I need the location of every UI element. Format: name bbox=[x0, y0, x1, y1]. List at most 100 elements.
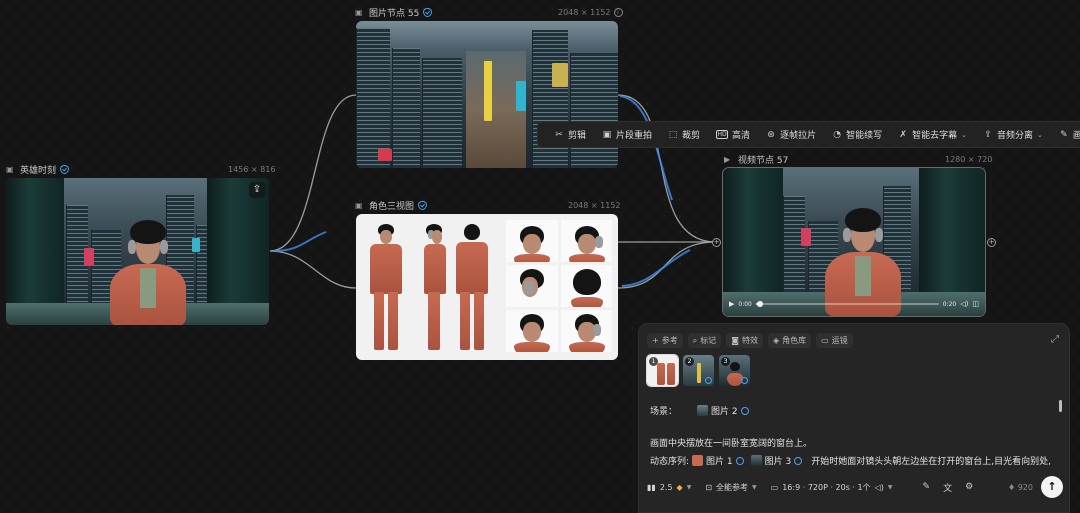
edge-character-to-video bbox=[617, 241, 717, 289]
toolbar-audio-split-button[interactable]: ⇪ 音频分离 ⌄ bbox=[975, 121, 1051, 148]
sequence-line[interactable]: 动态序列: 图片 1 图片 3 开始时她面对镜头头朝左边坐在打开的窗台上,目光看… bbox=[650, 454, 1051, 467]
panel-scrollbar[interactable] bbox=[1059, 400, 1062, 412]
thumb-number: 3 bbox=[721, 357, 730, 366]
model-version-select[interactable]: ▮▮ 2.5 ◆ ▼ bbox=[647, 483, 691, 492]
chip-effects[interactable]: ◙ 特效 bbox=[726, 333, 763, 348]
toolbar-film-button[interactable]: ▣ 片段重拍 bbox=[594, 121, 660, 148]
toolbar-item-label: 音频分离 bbox=[996, 131, 1033, 141]
verified-icon bbox=[741, 377, 748, 384]
toolbar-erase-subtitle-button[interactable]: ✗ 智能去字幕 ⌄ bbox=[890, 121, 975, 148]
toolbar-item-label: 裁剪 bbox=[682, 131, 701, 141]
reference-thumb[interactable]: 3 bbox=[719, 355, 750, 386]
progress-handle[interactable] bbox=[756, 301, 763, 307]
reference-thumb-icon bbox=[697, 405, 709, 416]
character-node-title: 角色三视图 bbox=[369, 201, 415, 212]
toolbar-hd-button[interactable]: HD 高清 bbox=[708, 121, 758, 148]
current-time: 0:00 bbox=[738, 300, 752, 308]
play-icon: ▶ bbox=[724, 154, 731, 164]
toolbar-continue-button[interactable]: ◔ 智能续写 bbox=[824, 121, 890, 148]
reference-mode-select[interactable]: ⊡ 全能参考 ▼ bbox=[705, 482, 756, 493]
hero-node[interactable]: ⇪ bbox=[6, 178, 269, 325]
head-view bbox=[560, 310, 612, 352]
video57-node-header: ▶ 视频节点 57 bbox=[724, 152, 788, 166]
video-settings-select[interactable]: ▭ 16:9 · 720P · 20s · 1个 ◁) ▼ bbox=[771, 482, 893, 493]
toolbar-edit-frame-button[interactable]: ✎ 画面编 bbox=[1051, 121, 1080, 148]
toolbar-scissors-button[interactable]: ✂ 剪辑 bbox=[546, 121, 594, 148]
verified-icon bbox=[705, 377, 712, 384]
reference-mode-label: 全能参考 bbox=[716, 482, 749, 492]
character-node-header: ▣ 角色三视图 bbox=[355, 198, 428, 212]
scene-reference-label: 图片 2 bbox=[711, 407, 738, 417]
video-progress-bar[interactable] bbox=[755, 301, 939, 307]
video-toolbar: ✂ 剪辑 ▣ 片段重拍 ⬚ 裁剪 HD 高清 ⊛ 逐帧拉片 ◔ 智能续写 ✗ 智能去字幕 ⌄ ⇪ 音频分离 ⌄ ✎ 画… bbox=[537, 121, 1080, 148]
hero-node-header: ▣ 英雄时刻 bbox=[6, 162, 70, 176]
screenshot-icon[interactable]: ◫ bbox=[972, 300, 979, 308]
image55-dimensions-text: 2048 × 1152 bbox=[558, 7, 611, 17]
description-text[interactable]: 画面中央摆放在一间卧室宽阔的窗台上。 bbox=[650, 436, 812, 449]
toolbar-item-label: 剪辑 bbox=[568, 131, 587, 141]
effects-icon: ◙ bbox=[731, 336, 739, 345]
expand-icon[interactable]: ⤢ bbox=[1051, 334, 1059, 345]
toolbar-crop-button[interactable]: ⬚ 裁剪 bbox=[660, 121, 708, 148]
panel-chip-row: + 参考 ⌕ 标记 ◙ 特效 ◈ 角色库 ▭ 运镜 bbox=[647, 333, 853, 348]
chip-character-lib[interactable]: ◈ 角色库 bbox=[767, 333, 812, 348]
toolbar-item-label: 智能续写 bbox=[846, 131, 883, 141]
aspect-ratio-icon: ▭ bbox=[770, 482, 779, 492]
info-icon[interactable]: i bbox=[613, 7, 623, 17]
scene-reference[interactable]: 图片 2 bbox=[697, 404, 749, 417]
verified-icon bbox=[60, 164, 70, 174]
chip-label: 特效 bbox=[741, 336, 758, 345]
image-icon: ▣ bbox=[355, 200, 363, 210]
toolbar-item-label: 画面编 bbox=[1072, 131, 1080, 141]
chip-camera-move[interactable]: ▭ 运镜 bbox=[816, 333, 853, 348]
sequence-reference-1-label: 图片 1 bbox=[706, 457, 733, 467]
volume-icon[interactable]: ◁) bbox=[960, 300, 968, 308]
character-sheet-node[interactable] bbox=[356, 214, 618, 360]
verified-icon bbox=[740, 406, 749, 415]
prompt-edit-icon[interactable]: ✎ bbox=[923, 482, 931, 492]
frames-icon: ⊛ bbox=[767, 129, 775, 140]
reference-thumb[interactable]: 1 bbox=[646, 354, 679, 387]
sequence-reference-2[interactable]: 图片 3 bbox=[750, 454, 803, 467]
chevron-down-icon: ▼ bbox=[686, 483, 692, 491]
video57-node[interactable]: ▶ 0:00 0:20 ◁) ◫ bbox=[722, 167, 986, 317]
scene-line: 场景： 图片 2 bbox=[650, 404, 749, 417]
output-port[interactable]: + bbox=[987, 238, 996, 247]
chip-plus[interactable]: + 参考 bbox=[647, 333, 683, 348]
character-front-view bbox=[366, 222, 406, 356]
chip-label: 角色库 bbox=[782, 336, 807, 345]
chevron-down-icon: ▼ bbox=[887, 483, 893, 491]
continue-icon: ◔ bbox=[833, 129, 841, 140]
settings-sliders-icon[interactable]: ⚙ bbox=[965, 482, 973, 492]
translate-icon[interactable]: 文 bbox=[943, 481, 952, 494]
image-icon: ▣ bbox=[355, 7, 363, 17]
play-button[interactable]: ▶ bbox=[729, 300, 734, 308]
node-canvas[interactable]: ▣ 英雄时刻 1456 × 816 ⇪ ▣ 图片节点 55 2048 × 115… bbox=[0, 0, 1080, 513]
head-view bbox=[560, 265, 612, 307]
reference-thumb-icon bbox=[692, 455, 704, 466]
character-node-dimensions: 2048 × 1152 bbox=[568, 200, 621, 210]
toolbar-item-label: 片段重拍 bbox=[616, 131, 653, 141]
chip-mark[interactable]: ⌕ 标记 bbox=[687, 333, 722, 348]
edge-highlight-1 bbox=[273, 231, 327, 252]
reference-mode-icon: ⊡ bbox=[705, 482, 713, 492]
input-port[interactable]: + bbox=[712, 238, 721, 247]
hero-node-dimensions: 1456 × 816 bbox=[228, 164, 276, 174]
sound-icon: ◁) bbox=[874, 482, 884, 492]
prompt-panel: + 参考 ⌕ 标记 ◙ 特效 ◈ 角色库 ▭ 运镜 ⤢ 1 2 3 场景： 图片… bbox=[638, 323, 1070, 513]
upload-icon[interactable]: ⇪ bbox=[249, 182, 265, 198]
total-time: 0:20 bbox=[942, 300, 957, 308]
edge-highlight-2 bbox=[619, 95, 673, 201]
reference-thumb[interactable]: 2 bbox=[683, 355, 714, 386]
sequence-label: 动态序列: bbox=[650, 457, 690, 467]
hd-icon: HD bbox=[716, 130, 729, 139]
hero-node-title: 英雄时刻 bbox=[20, 165, 57, 176]
send-button[interactable]: ↑ bbox=[1041, 476, 1063, 498]
image55-node-dimensions: 2048 × 1152 i bbox=[558, 5, 623, 19]
mark-icon: ⌕ bbox=[692, 335, 698, 345]
video57-node-dimensions: 1280 × 720 bbox=[945, 154, 993, 164]
sequence-text: 开始时她面对镜头头朝左边坐在打开的窗台上,目光看向别处, bbox=[811, 457, 1051, 467]
sequence-reference-1[interactable]: 图片 1 bbox=[692, 454, 744, 467]
chevron-down-icon: ⌄ bbox=[1037, 130, 1043, 139]
toolbar-frames-button[interactable]: ⊛ 逐帧拉片 bbox=[758, 121, 824, 148]
